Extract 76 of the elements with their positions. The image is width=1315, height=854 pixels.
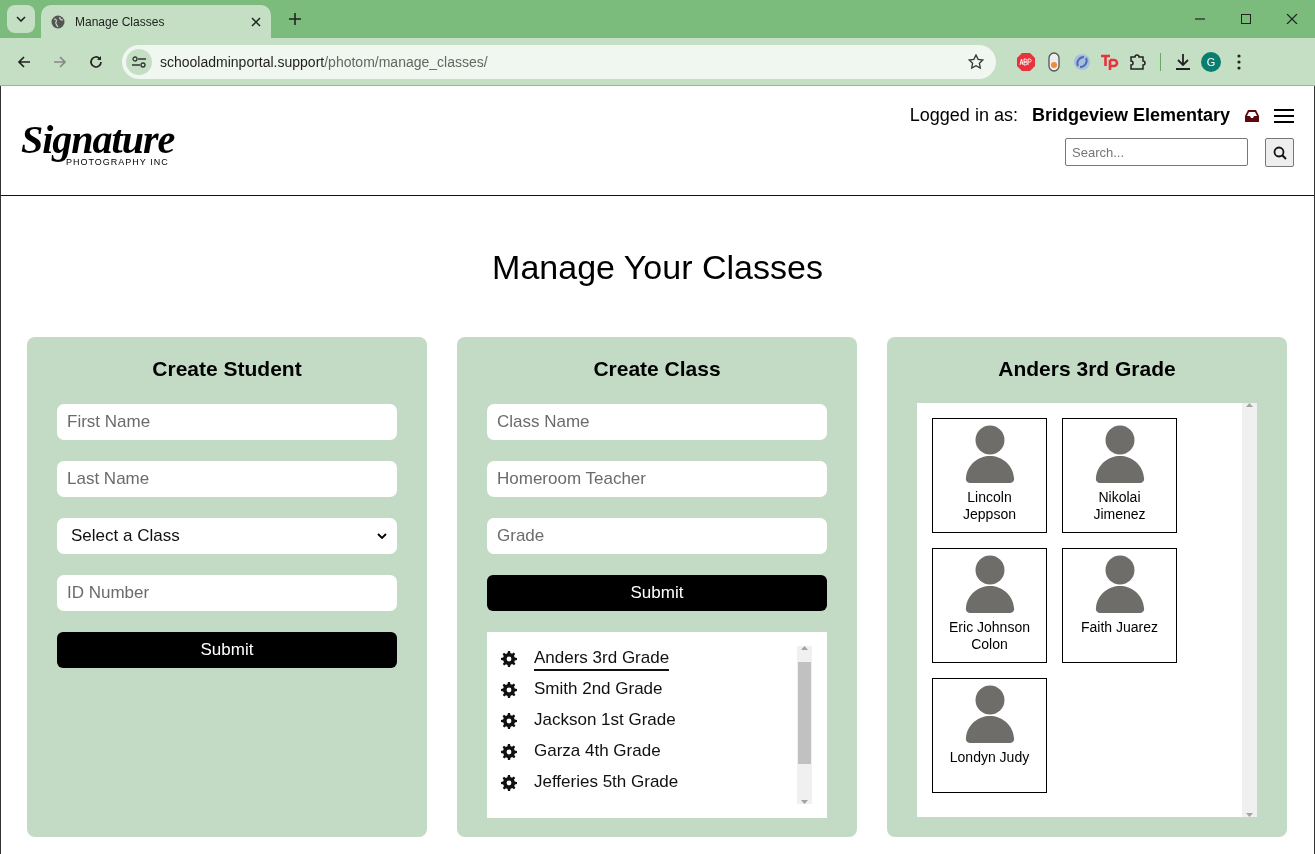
sliders-icon [132,55,146,68]
class-dropdown[interactable]: Select a Class [57,518,397,554]
search-icon [1272,145,1287,160]
panel-title: Create Student [151,356,303,382]
url-text: schooladminportal.support/photom/manage_classes/ [160,53,489,70]
search-button[interactable] [1265,138,1294,167]
class-link[interactable]: Smith 2nd Grade [534,678,663,702]
chevron-down-icon [16,16,26,22]
chevron-down-icon [377,533,387,539]
student-card[interactable]: Nikolai Jimenez [1062,418,1177,533]
submit-button[interactable]: Submit [57,632,397,668]
input-field[interactable]: Homeroom Teacher [487,461,827,497]
menu-button[interactable] [1274,107,1294,124]
input-field[interactable]: Class Name [487,404,827,440]
tab-title: Manage Classes [75,14,166,29]
star-icon[interactable] [968,53,984,70]
class-link[interactable]: Garza 4th Grade [534,740,661,764]
down-arrow-icon [801,800,808,804]
submit-button[interactable]: Submit [487,575,827,611]
student-card[interactable]: Eric Johnson Colon [932,548,1047,663]
back-arrow-icon [16,53,32,70]
menu-icon [1274,107,1294,124]
panel-title: Anders 3rd Grade [997,356,1177,382]
address-bar[interactable]: schooladminportal.support/photom/manage_classes/ [122,44,996,79]
puzzle-piece-icon[interactable] [1128,51,1148,72]
input-field[interactable]: Grade [487,518,827,554]
gear-icon[interactable] [501,682,517,698]
reload-icon [88,53,104,70]
logged-in-label: Logged in as: [909,105,1018,126]
input-field[interactable]: First Name [57,404,397,440]
search-field[interactable]: Search... [1065,138,1248,166]
down-arrow-icon [1246,813,1253,817]
close-icon[interactable] [251,16,261,27]
class-link[interactable]: Jefferies 5th Grade [534,771,679,795]
class-link[interactable]: Anders 3rd Grade [534,647,670,671]
gear-icon[interactable] [501,713,517,729]
student-name: Nikolai Jimenez [1092,489,1147,523]
person-silhouette-icon [964,555,1015,613]
student-name: Faith Juarez [1080,619,1158,636]
browser-tab[interactable]: Manage Classes [41,5,271,38]
maximize-icon [1240,14,1252,24]
close-icon [1286,14,1298,24]
person-silhouette-icon [1094,425,1145,483]
up-arrow-icon [1246,403,1253,407]
student-name: Londyn Judy [949,749,1030,766]
student-card[interactable]: Londyn Judy [932,678,1047,793]
profile-avatar[interactable]: G [1201,51,1221,72]
swirl-icon[interactable] [1072,51,1092,72]
student-card[interactable]: Faith Juarez [1062,548,1177,663]
student-card[interactable]: Lincoln Jeppson [932,418,1047,533]
input-field[interactable]: Last Name [57,461,397,497]
student-name: Lincoln Jeppson [962,489,1017,523]
person-silhouette-icon [1094,555,1145,613]
gear-icon[interactable] [501,651,517,667]
student-name: Eric Johnson Colon [948,619,1031,653]
gear-icon[interactable] [501,775,517,791]
scrollbar[interactable] [1242,403,1257,817]
globe-icon [51,14,65,29]
person-silhouette-icon [964,685,1015,743]
plus-icon [289,13,301,25]
up-arrow-icon [801,646,808,650]
class-link[interactable]: Jackson 1st Grade [534,709,676,733]
site-info-button[interactable] [126,48,152,75]
panel-title: Create Class [592,356,722,382]
account-name: Bridgeview Elementary [1031,105,1230,126]
person-silhouette-icon [964,425,1015,483]
inbox-icon[interactable] [1244,108,1260,123]
download-icon[interactable] [1173,51,1193,72]
forward-arrow-icon [52,53,68,70]
page-title: Manage Your Classes [491,247,824,288]
stop-sign-icon[interactable] [1016,51,1036,72]
tab-list-button[interactable] [7,5,35,33]
gear-icon[interactable] [501,744,517,760]
scrollbar[interactable] [797,646,812,804]
input-field[interactable]: ID Number [57,575,397,611]
company-logo[interactable]: Signature PHOTOGRAPHY INC [21,86,175,195]
